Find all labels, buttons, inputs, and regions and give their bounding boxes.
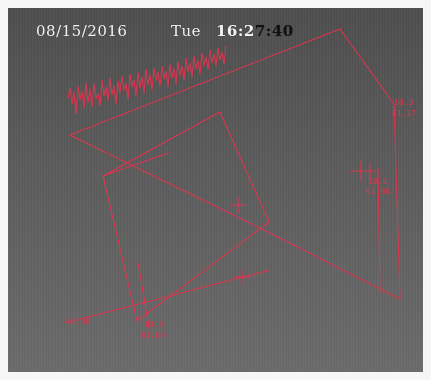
label-right-top-a: 10.3 xyxy=(394,98,413,107)
crosshair-center xyxy=(230,197,246,213)
crosshair-lower xyxy=(234,269,252,285)
label-right-top-b: 61.17 xyxy=(392,109,416,118)
label-bottom-mid-a: 10.0 xyxy=(144,320,163,329)
video-feed: 08/15/2016 Tue 16:27:40 10.3 61.17 10.1 … xyxy=(8,8,423,372)
label-mid-right-b: 61.00 xyxy=(366,187,390,196)
waveform-trace xyxy=(67,45,227,115)
annotation-overlay: 10.3 61.17 10.1 61.00 61.00 10.0 61.00 xyxy=(64,28,416,340)
camera-frame: 08/15/2016 Tue 16:27:40 10.3 61.17 10.1 … xyxy=(0,0,431,380)
outline-polygon xyxy=(69,28,401,300)
slanted-line xyxy=(64,269,271,324)
label-bottom-mid-b: 61.00 xyxy=(141,331,165,340)
label-bottom-left: 61.00 xyxy=(66,317,90,326)
label-mid-right-a: 10.1 xyxy=(368,177,387,186)
inner-square xyxy=(102,111,270,322)
